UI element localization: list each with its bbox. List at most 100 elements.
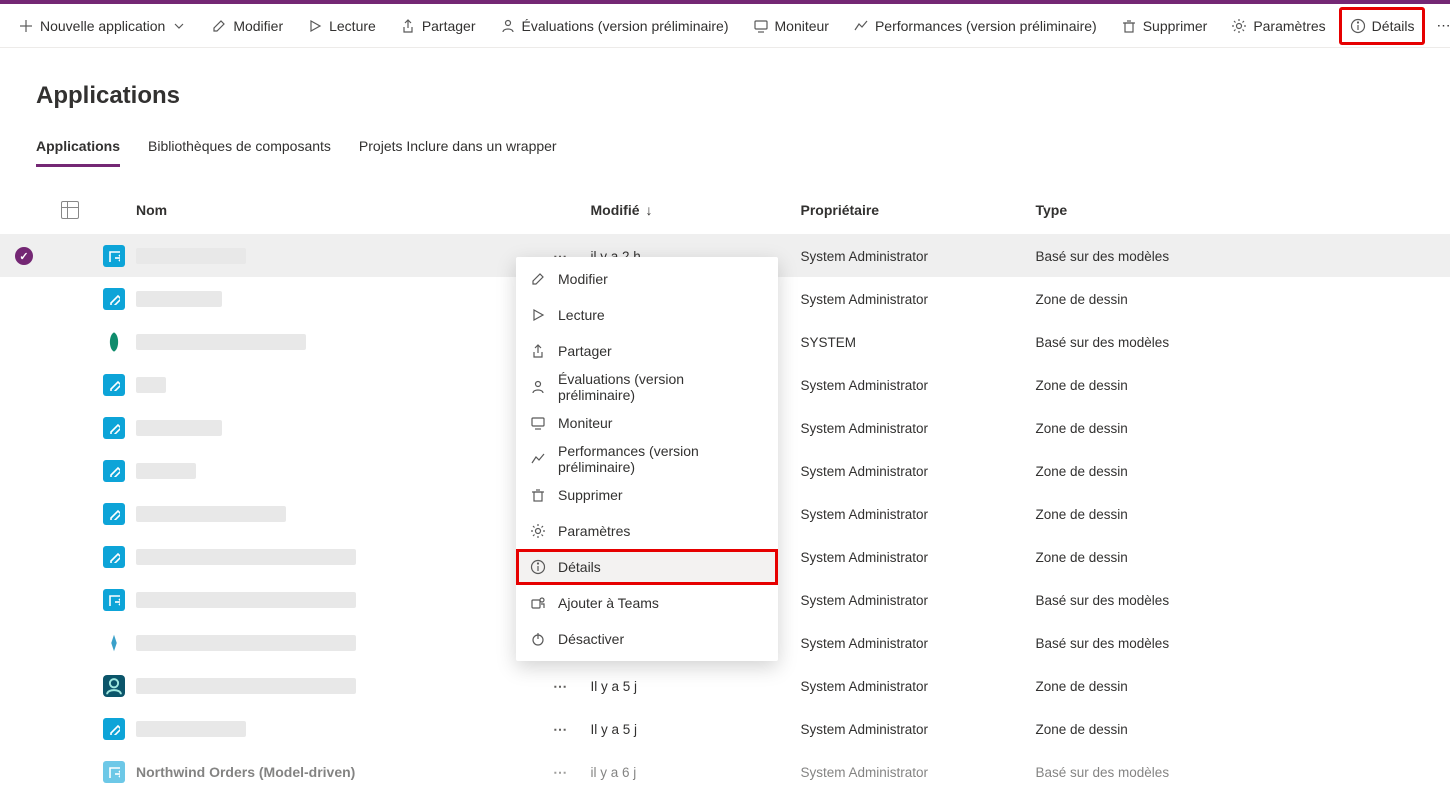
- evaluations-button[interactable]: Évaluations (version préliminaire): [490, 8, 739, 44]
- sort-down-icon: ↓: [646, 202, 653, 218]
- type-cell: Zone de dessin: [1036, 292, 1431, 307]
- type-cell: Zone de dessin: [1036, 679, 1431, 694]
- menu-delete[interactable]: Supprimer: [516, 477, 778, 513]
- settings-button[interactable]: Paramètres: [1221, 8, 1335, 44]
- menu-modify[interactable]: Modifier: [516, 261, 778, 297]
- app-name-redacted: x: [136, 549, 356, 565]
- menu-monitor[interactable]: Moniteur: [516, 405, 778, 441]
- type-cell: Zone de dessin: [1036, 421, 1431, 436]
- type-cell: Zone de dessin: [1036, 722, 1431, 737]
- menu-add-to-teams[interactable]: Ajouter à Teams: [516, 585, 778, 621]
- play-label: Lecture: [329, 18, 376, 34]
- pencil-icon: [530, 271, 546, 287]
- view-switch-icon[interactable]: [61, 201, 79, 219]
- type-cell: Basé sur des modèles: [1036, 249, 1431, 264]
- plus-icon: [18, 18, 34, 34]
- modified-cell: il y a 6 j: [591, 765, 801, 780]
- table-header: Nom Modifié ↓ Propriétaire Type: [0, 186, 1450, 234]
- table-row[interactable]: Northwind Orders (Model-driven) ⋯ il y a…: [0, 750, 1450, 793]
- menu-settings[interactable]: Paramètres: [516, 513, 778, 549]
- selected-check-icon[interactable]: [15, 247, 33, 265]
- more-icon: ⋯: [1436, 17, 1450, 34]
- play-button[interactable]: Lecture: [297, 8, 386, 44]
- owner-cell: System Administrator: [801, 249, 1036, 264]
- col-type[interactable]: Type: [1036, 202, 1431, 218]
- play-icon: [530, 307, 546, 323]
- app-name-redacted: x: [136, 506, 286, 522]
- owner-cell: System Administrator: [801, 507, 1036, 522]
- monitor-button[interactable]: Moniteur: [743, 8, 839, 44]
- new-app-button[interactable]: Nouvelle application: [8, 8, 197, 44]
- chart-icon: [853, 18, 869, 34]
- tab-wrapper-projects[interactable]: Projets Inclure dans un wrapper: [359, 130, 557, 167]
- canvas-app-icon: [103, 374, 125, 396]
- type-cell: Zone de dessin: [1036, 507, 1431, 522]
- owner-cell: System Administrator: [801, 292, 1036, 307]
- menu-share[interactable]: Partager: [516, 333, 778, 369]
- modify-button[interactable]: Modifier: [201, 8, 293, 44]
- context-menu: Modifier Lecture Partager Évaluations (v…: [516, 257, 778, 661]
- share-icon: [530, 343, 546, 359]
- owner-cell: System Administrator: [801, 421, 1036, 436]
- col-name[interactable]: Nom: [136, 202, 531, 218]
- person-icon: [500, 18, 516, 34]
- type-cell: Basé sur des modèles: [1036, 765, 1431, 780]
- page-title: Applications: [36, 82, 1414, 110]
- owner-cell: System Administrator: [801, 378, 1036, 393]
- chevron-down-icon: [171, 18, 187, 34]
- overflow-button[interactable]: ⋯: [1428, 8, 1450, 44]
- performance-button[interactable]: Performances (version préliminaire): [843, 8, 1107, 44]
- tab-component-libraries[interactable]: Bibliothèques de composants: [148, 130, 331, 167]
- model-app-icon: [103, 589, 125, 611]
- type-cell: Basé sur des modèles: [1036, 636, 1431, 651]
- type-cell: Basé sur des modèles: [1036, 335, 1431, 350]
- green-app-icon: [103, 331, 125, 353]
- modified-cell: Il y a 5 j: [591, 722, 801, 737]
- details-button[interactable]: Détails: [1340, 8, 1425, 44]
- row-more-button[interactable]: ⋯: [531, 678, 591, 695]
- app-name-redacted: x: [136, 635, 356, 651]
- app-icon: [103, 632, 125, 654]
- delete-button[interactable]: Supprimer: [1111, 8, 1218, 44]
- app-name-redacted: x: [136, 592, 356, 608]
- model-app-icon: [103, 761, 125, 783]
- owner-cell: System Administrator: [801, 722, 1036, 737]
- gear-icon: [1231, 18, 1247, 34]
- owner-cell: System Administrator: [801, 464, 1036, 479]
- model-app-icon: [103, 245, 125, 267]
- play-icon: [307, 18, 323, 34]
- type-cell: Basé sur des modèles: [1036, 593, 1431, 608]
- canvas-app-icon: [103, 417, 125, 439]
- teal-app-icon: [103, 675, 125, 697]
- app-name-redacted: x: [136, 291, 222, 307]
- modified-cell: Il y a 5 j: [591, 679, 801, 694]
- table-row[interactable]: x ⋯ Il y a 5 j System Administrator Zone…: [0, 707, 1450, 750]
- owner-cell: System Administrator: [801, 765, 1036, 780]
- info-icon: [530, 559, 546, 575]
- teams-icon: [530, 595, 546, 611]
- menu-details[interactable]: Détails: [516, 549, 778, 585]
- performance-label: Performances (version préliminaire): [875, 18, 1097, 34]
- table-row[interactable]: x ⋯ Il y a 5 j System Administrator Zone…: [0, 664, 1450, 707]
- menu-performance[interactable]: Performances (version préliminaire): [516, 441, 778, 477]
- menu-deactivate[interactable]: Désactiver: [516, 621, 778, 657]
- power-icon: [530, 631, 546, 647]
- menu-evaluations[interactable]: Évaluations (version préliminaire): [516, 369, 778, 405]
- type-cell: Zone de dessin: [1036, 550, 1431, 565]
- owner-cell: System Administrator: [801, 550, 1036, 565]
- monitor-label: Moniteur: [775, 18, 829, 34]
- monitor-icon: [530, 415, 546, 431]
- trash-icon: [530, 487, 546, 503]
- col-owner[interactable]: Propriétaire: [801, 202, 1036, 218]
- share-button[interactable]: Partager: [390, 8, 486, 44]
- menu-play[interactable]: Lecture: [516, 297, 778, 333]
- canvas-app-icon: [103, 288, 125, 310]
- row-more-button[interactable]: ⋯: [531, 721, 591, 738]
- row-more-button[interactable]: ⋯: [531, 764, 591, 781]
- tab-applications[interactable]: Applications: [36, 130, 120, 167]
- app-name-redacted: x: [136, 463, 196, 479]
- canvas-app-icon: [103, 503, 125, 525]
- col-modified[interactable]: Modifié ↓: [591, 202, 801, 218]
- owner-cell: SYSTEM: [801, 335, 1036, 350]
- gear-icon: [530, 523, 546, 539]
